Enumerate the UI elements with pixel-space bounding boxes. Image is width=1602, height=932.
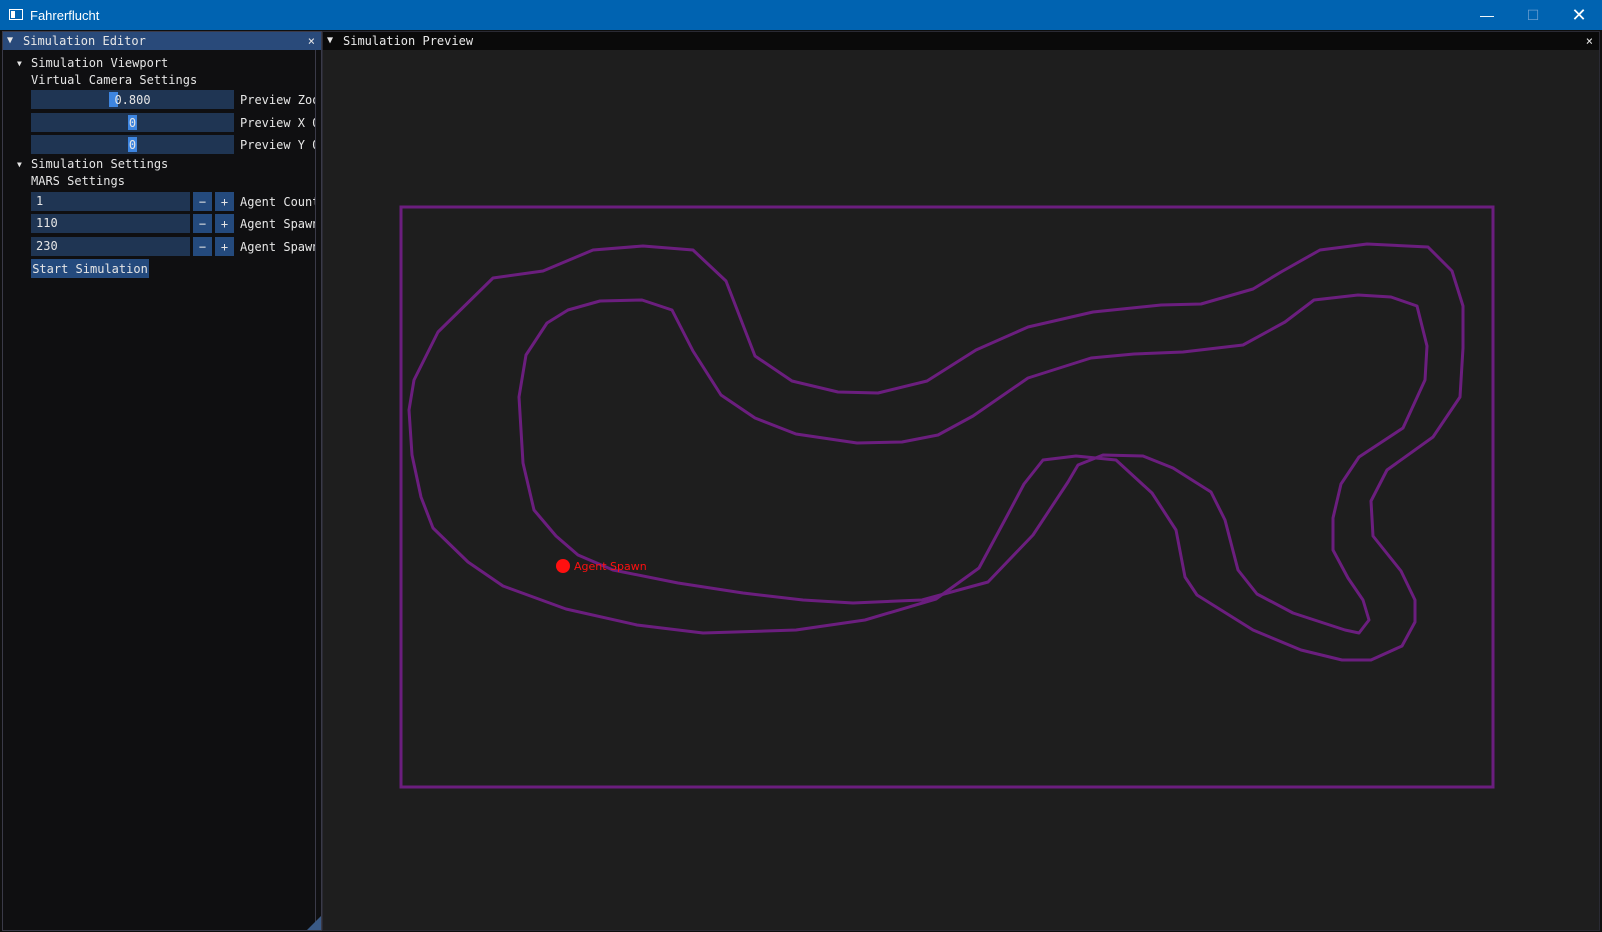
app-icon (9, 9, 23, 20)
slider-value: 0 (128, 137, 137, 152)
agent-count-label: Agent Count (240, 195, 315, 209)
agent-count-input[interactable]: 1 (31, 192, 190, 211)
preview-zoom-label: Preview Zoom (240, 93, 315, 107)
slider-value: 0.800 (114, 92, 151, 107)
agent-spawn-x-input[interactable]: 110 (31, 214, 190, 233)
track-inner-edge (517, 293, 1429, 635)
agent-spawn-y-increment-button[interactable]: + (215, 237, 234, 256)
agent-spawn-x-increment-button[interactable]: + (215, 214, 234, 233)
agent-spawn-x-decrement-button[interactable]: − (193, 214, 212, 233)
agent-spawn-marker[interactable] (556, 559, 570, 573)
preview-x-offset-slider[interactable]: 0 (31, 113, 234, 132)
resize-grip[interactable] (307, 916, 321, 930)
preview-zoom-slider[interactable]: 0.800 (31, 90, 234, 109)
agent-spawn-y-decrement-button[interactable]: − (193, 237, 212, 256)
editor-border (315, 50, 316, 930)
window-titlebar: Fahrerflucht — ☐ ✕ (0, 0, 1602, 30)
editor-close-icon[interactable]: × (308, 32, 315, 50)
track-canvas[interactable]: Agent Spawn (323, 50, 1599, 930)
minimize-button[interactable]: — (1464, 0, 1510, 30)
virtual-camera-settings-text: Virtual Camera Settings (31, 73, 198, 87)
tree-expanded-icon: ▼ (17, 59, 22, 68)
collapse-triangle-icon[interactable]: ▼ (7, 32, 13, 50)
mars-settings-text: MARS Settings (31, 174, 125, 188)
agent-spawn-label: Agent Spawn (574, 560, 647, 573)
tree-node-label: Simulation Settings (31, 157, 169, 171)
tree-expanded-icon: ▼ (17, 160, 22, 169)
agent-count-increment-button[interactable]: + (215, 192, 234, 211)
start-simulation-button[interactable]: Start Simulation (31, 259, 149, 278)
editor-titlebar[interactable]: ▼ Simulation Editor × (3, 32, 321, 50)
agent-count-decrement-button[interactable]: − (193, 192, 212, 211)
preview-close-icon[interactable]: × (1586, 32, 1593, 50)
close-button[interactable]: ✕ (1556, 0, 1602, 30)
collapse-triangle-icon[interactable]: ▼ (327, 32, 333, 50)
simulation-editor-window: ▼ Simulation Editor × ▼ Simulation Viewp… (2, 31, 322, 931)
simulation-preview-window: ▼ Simulation Preview × Agent Spawn (322, 31, 1600, 931)
editor-title: Simulation Editor (23, 34, 146, 48)
agent-spawn-y-label: Agent Spawn Y (240, 240, 315, 254)
window-title: Fahrerflucht (30, 8, 100, 23)
preview-x-offset-label: Preview X Offset (240, 116, 315, 130)
preview-y-offset-label: Preview Y Offset (240, 138, 315, 152)
preview-titlebar[interactable]: ▼ Simulation Preview × (323, 32, 1599, 50)
agent-spawn-y-input[interactable]: 230 (31, 237, 190, 256)
track-boundary-rect (399, 205, 1495, 789)
preview-title: Simulation Preview (343, 34, 474, 48)
preview-y-offset-slider[interactable]: 0 (31, 135, 234, 154)
slider-value: 0 (128, 115, 137, 130)
tree-node-label: Simulation Viewport (31, 56, 169, 70)
maximize-button[interactable]: ☐ (1510, 0, 1556, 30)
agent-spawn-x-label: Agent Spawn X (240, 217, 315, 231)
